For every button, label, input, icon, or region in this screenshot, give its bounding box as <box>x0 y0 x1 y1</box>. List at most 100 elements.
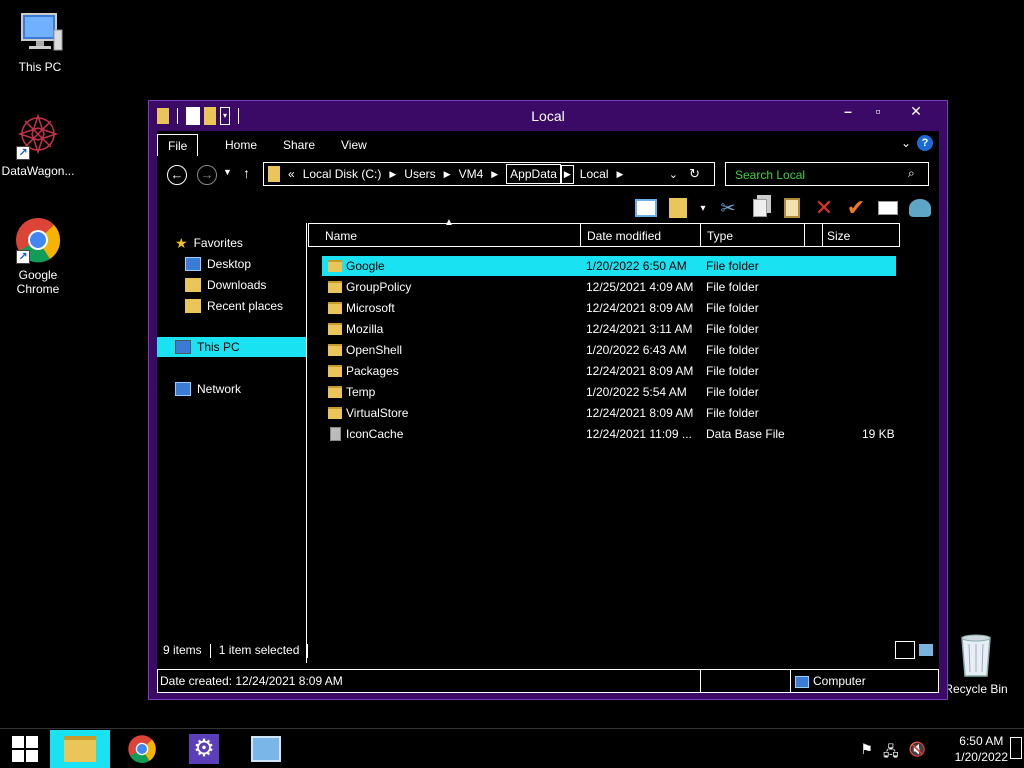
checkmark-icon[interactable]: ✔ <box>843 195 869 221</box>
file-list: ▲ Name Date modified Type Size Google 1/2… <box>308 217 939 663</box>
network-status-icon[interactable]: 🖧 <box>883 741 899 765</box>
table-row[interactable]: Mozilla 12/24/2021 3:11 AM File folder <box>322 319 896 339</box>
file-date: 12/25/2021 4:09 AM <box>586 280 694 294</box>
tab-home[interactable]: Home <box>215 134 267 156</box>
window-title: Local <box>531 108 565 124</box>
column-header-size[interactable]: Size <box>822 223 900 247</box>
minimize-button[interactable]: – <box>833 101 863 121</box>
nav-network[interactable]: Network <box>157 379 306 399</box>
column-header-name[interactable]: Name <box>308 223 580 247</box>
address-dropdown-icon[interactable]: ⌄ <box>669 168 678 181</box>
back-button[interactable]: ← <box>167 165 187 185</box>
delete-icon[interactable]: ✕ <box>811 195 837 221</box>
nav-favorites[interactable]: ★ Favorites <box>157 233 306 253</box>
folder-options-icon[interactable] <box>665 195 691 221</box>
chrome-icon: ↗ <box>14 216 62 264</box>
table-row[interactable]: GroupPolicy 12/25/2021 4:09 AM File folder <box>322 277 896 297</box>
taskbar-chrome[interactable] <box>112 730 172 768</box>
computer-icon <box>16 8 64 56</box>
breadcrumb-users[interactable]: Users <box>404 167 435 181</box>
file-size: 19 KB <box>862 427 895 441</box>
start-button[interactable] <box>0 730 50 768</box>
table-row[interactable]: IconCache 12/24/2021 11:09 ... Data Base F… <box>322 424 896 444</box>
action-center-icon[interactable]: ⚑ <box>860 741 873 765</box>
search-input[interactable]: Search Local <box>725 162 929 186</box>
file-type: File folder <box>706 259 759 273</box>
preview-pane-icon[interactable] <box>633 195 659 221</box>
file-date: 12/24/2021 8:09 AM <box>586 406 694 420</box>
recent-locations-icon[interactable]: ▼ <box>223 167 232 177</box>
help-icon[interactable]: ? <box>917 135 933 151</box>
forward-button[interactable]: → <box>197 165 217 185</box>
table-row[interactable]: OpenShell 1/20/2022 6:43 AM File folder <box>322 340 896 360</box>
desktop-icon-recycle-bin[interactable]: Recycle Bin <box>936 630 1016 696</box>
refresh-icon[interactable]: ↻ <box>689 166 700 182</box>
dropdown-icon[interactable]: ▾ <box>697 195 709 221</box>
close-button[interactable]: ✕ <box>893 101 939 121</box>
title-bar[interactable]: ▾ Local – ▫ ✕ <box>149 101 947 131</box>
breadcrumb-local-disk[interactable]: Local Disk (C:) <box>303 167 382 181</box>
shortcut-arrow-icon: ↗ <box>16 146 30 160</box>
taskbar-file-explorer[interactable] <box>50 730 110 768</box>
clock[interactable]: 6:50 AM 1/20/2022 <box>955 733 1008 765</box>
volume-muted-icon[interactable]: 🔇 <box>909 741 926 765</box>
search-icon[interactable]: ⌕ <box>908 166 915 181</box>
copy-icon[interactable] <box>747 195 773 221</box>
address-bar[interactable]: « Local Disk (C:) ▶ Users ▶ VM4 ▶ AppDat… <box>263 162 715 186</box>
properties-icon[interactable] <box>875 195 901 221</box>
tab-view[interactable]: View <box>331 134 377 156</box>
folder-icon <box>328 302 342 314</box>
column-header-date[interactable]: Date modified <box>580 223 700 247</box>
item-count: 9 items <box>163 643 202 657</box>
details-view-button[interactable] <box>895 641 915 659</box>
tab-share[interactable]: Share <box>273 134 325 156</box>
file-type: File folder <box>706 322 759 336</box>
computer-icon <box>175 340 191 354</box>
tab-file[interactable]: File <box>157 134 199 156</box>
maximize-button[interactable]: ▫ <box>863 101 893 121</box>
expand-ribbon-icon[interactable]: ⌄ <box>901 136 911 150</box>
large-icons-view-button[interactable] <box>919 644 933 656</box>
breadcrumb-overflow[interactable]: « <box>288 167 295 181</box>
taskbar-control-panel[interactable] <box>236 730 296 768</box>
nav-downloads[interactable]: Downloads <box>157 275 306 295</box>
breadcrumb-separator-icon[interactable]: ▶ <box>444 169 451 180</box>
table-row[interactable]: Temp 1/20/2022 5:54 AM File folder <box>322 382 896 402</box>
file-date: 12/24/2021 3:11 AM <box>586 322 693 336</box>
show-desktop-button[interactable] <box>1010 737 1022 759</box>
nav-recent-places[interactable]: Recent places <box>157 296 306 316</box>
desktop-icon-datawagon[interactable]: ↗ DataWagon... <box>0 112 78 178</box>
table-row[interactable]: Google 1/20/2022 6:50 AM File folder <box>322 256 896 276</box>
file-type: File folder <box>706 301 759 315</box>
desktop-icon-chrome[interactable]: ↗ Google Chrome <box>0 216 78 296</box>
shell-icon[interactable] <box>907 195 933 221</box>
breadcrumb-appdata[interactable]: AppData <box>506 164 561 184</box>
cut-icon[interactable]: ✂ <box>715 195 741 221</box>
ribbon: File Home Share View ⌄ ? <box>157 131 939 157</box>
file-type: File folder <box>706 364 759 378</box>
breadcrumb-local[interactable]: Local <box>580 167 609 181</box>
file-name: GroupPolicy <box>346 280 412 294</box>
table-row[interactable]: Microsoft 12/24/2021 8:09 AM File folder <box>322 298 896 318</box>
breadcrumb-separator-icon[interactable]: ▶ <box>560 164 574 184</box>
explorer-content: ← → ▼ ↑ « Local Disk (C:) ▶ Users ▶ VM4 … <box>157 157 939 693</box>
folder-icon <box>328 281 342 293</box>
desktop-icon-this-pc[interactable]: This PC <box>0 8 80 74</box>
nav-desktop[interactable]: Desktop <box>157 254 306 274</box>
folder-icon <box>328 323 342 335</box>
folder-icon <box>328 386 342 398</box>
breadcrumb-separator-icon[interactable]: ▶ <box>491 169 498 180</box>
table-row[interactable]: Packages 12/24/2021 8:09 AM File folder <box>322 361 896 381</box>
taskbar-settings[interactable]: ⚙ <box>174 730 234 768</box>
paste-icon[interactable] <box>779 195 805 221</box>
folder-icon <box>328 407 342 419</box>
table-row[interactable]: VirtualStore 12/24/2021 8:09 AM File folde… <box>322 403 896 423</box>
column-header-type[interactable]: Type <box>700 223 804 247</box>
breadcrumb-separator-icon[interactable]: ▶ <box>616 169 623 180</box>
nav-this-pc[interactable]: This PC <box>157 337 306 357</box>
breadcrumb-separator-icon[interactable]: ▶ <box>389 169 396 180</box>
file-name: VirtualStore <box>346 406 409 420</box>
downloads-icon <box>185 278 201 292</box>
breadcrumb-vm4[interactable]: VM4 <box>459 167 484 181</box>
up-button[interactable]: ↑ <box>243 165 250 181</box>
